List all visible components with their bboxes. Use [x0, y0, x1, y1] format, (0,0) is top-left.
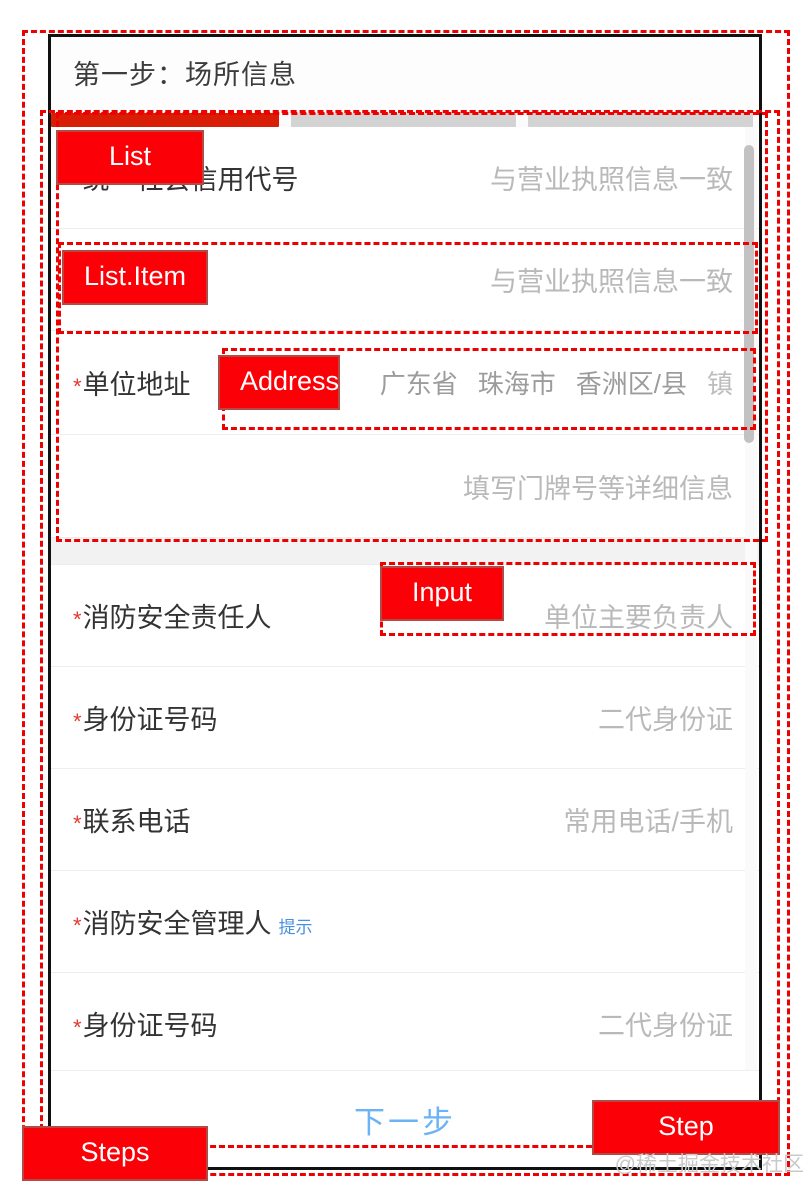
scrollbar-thumb[interactable] [744, 145, 754, 443]
address-district[interactable]: 香洲区/县 [576, 364, 687, 401]
required-star-icon: * [73, 607, 82, 632]
address-city[interactable]: 珠海市 [478, 364, 556, 401]
step-segment-3[interactable] [528, 113, 753, 127]
field-row-manager-id[interactable]: * 身份证号码 二代身份证 [51, 973, 759, 1075]
watermark: @稀土掘金技术社区 [614, 1153, 804, 1176]
next-step-button[interactable]: 下一步 [348, 1096, 462, 1143]
required-star-icon: * [73, 913, 82, 938]
field-row-address-detail[interactable]: 填写门牌号等详细信息 [51, 435, 759, 537]
field-label-unit-address: * 单位地址 [73, 370, 191, 400]
field-input-credit-code[interactable]: 与营业执照信息一致 [490, 158, 733, 197]
step-segment-1[interactable] [51, 113, 279, 127]
field-input-manager-id[interactable]: 二代身份证 [598, 1004, 733, 1043]
field-input-unit-name[interactable]: 与营业执照信息一致 [490, 260, 733, 299]
step-segment-2[interactable] [291, 113, 516, 127]
annotation-tag-list: List [56, 130, 204, 185]
field-input-officer-id[interactable]: 二代身份证 [598, 698, 733, 737]
field-group-unit: * 统一社会信用代号 与营业执照信息一致 * 单位名称 与营业执照信息一致 * … [51, 127, 759, 537]
address-picker[interactable]: 广东省 珠海市 香洲区/县 镇 [380, 364, 733, 401]
field-input-safety-officer[interactable]: 单位主要负责人 [544, 596, 733, 635]
annotation-tag-input: Input [380, 566, 504, 621]
annotation-tag-list-item: List.Item [62, 250, 208, 305]
field-label-safety-manager: * 消防安全管理人 提示 [73, 909, 313, 939]
field-label-manager-id: * 身份证号码 [73, 1011, 218, 1041]
address-province[interactable]: 广东省 [380, 364, 458, 401]
field-label-officer-id: * 身份证号码 [73, 705, 218, 735]
address-town[interactable]: 镇 [707, 364, 733, 401]
field-label-contact-phone: * 联系电话 [73, 807, 191, 837]
field-input-address-detail[interactable]: 填写门牌号等详细信息 [463, 467, 733, 506]
annotation-tag-steps: Steps [22, 1126, 208, 1181]
field-input-contact-phone[interactable]: 常用电话/手机 [563, 800, 733, 839]
required-star-icon: * [73, 709, 82, 734]
annotation-tag-address: Address [218, 355, 340, 410]
scrollbar-track[interactable] [744, 127, 757, 1163]
field-row-officer-id[interactable]: * 身份证号码 二代身份证 [51, 667, 759, 769]
page-title: 第一步：场所信息 [51, 37, 759, 113]
field-label-safety-officer: * 消防安全责任人 [73, 603, 272, 633]
steps-bar [51, 113, 759, 127]
field-group-persons: * 消防安全责任人 单位主要负责人 * 身份证号码 二代身份证 * 联系电话 常… [51, 565, 759, 1075]
group-separator [51, 537, 759, 565]
field-row-safety-manager[interactable]: * 消防安全管理人 提示 [51, 871, 759, 973]
field-row-unit-address[interactable]: * 单位地址 广东省 珠海市 香洲区/县 镇 [51, 331, 759, 435]
annotation-tag-step: Step [592, 1100, 780, 1155]
required-star-icon: * [73, 1015, 82, 1040]
hint-link[interactable]: 提示 [279, 913, 313, 938]
required-star-icon: * [73, 811, 82, 836]
required-star-icon: * [73, 374, 82, 399]
field-row-contact-phone[interactable]: * 联系电话 常用电话/手机 [51, 769, 759, 871]
